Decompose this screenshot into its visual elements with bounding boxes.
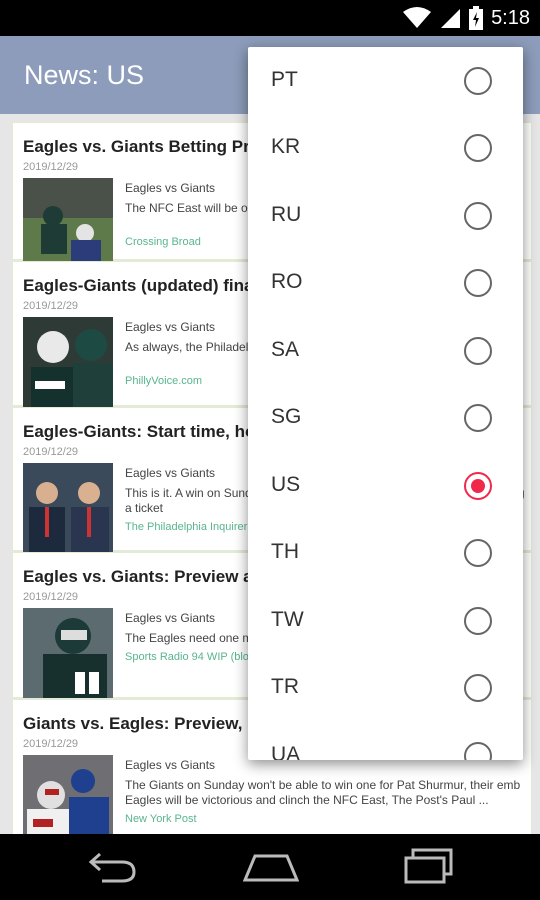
radio-button[interactable] — [464, 134, 492, 162]
radio-button-selected[interactable] — [464, 472, 492, 500]
country-option-tw[interactable]: TW — [248, 587, 523, 654]
country-option-sg[interactable]: SG — [248, 384, 523, 451]
country-option-label: RO — [271, 270, 303, 293]
signal-icon — [441, 9, 461, 28]
news-thumbnail — [23, 178, 113, 268]
home-icon[interactable] — [243, 852, 299, 882]
news-card-source[interactable]: PhillyVoice.com — [125, 375, 202, 387]
navigation-bar — [0, 834, 540, 900]
recents-icon[interactable] — [403, 848, 455, 884]
radio-button[interactable] — [464, 674, 492, 702]
news-card-source[interactable]: New York Post — [125, 813, 197, 825]
news-thumbnail — [23, 608, 113, 698]
battery-icon — [469, 6, 484, 30]
country-option-label: SG — [271, 405, 302, 428]
news-card-source[interactable]: Crossing Broad — [125, 236, 201, 248]
news-thumbnail — [23, 317, 113, 407]
news-card-date: 2019/12/29 — [23, 738, 79, 750]
radio-button[interactable] — [464, 539, 492, 567]
radio-button[interactable] — [464, 337, 492, 365]
news-thumbnail — [23, 755, 113, 834]
radio-button[interactable] — [464, 67, 492, 95]
news-card-source[interactable]: The Philadelphia Inquirer — [125, 521, 247, 533]
country-option-ru[interactable]: RU — [248, 182, 523, 249]
news-card-topic: Eagles vs Giants — [125, 320, 216, 334]
news-card-topic: Eagles vs Giants — [125, 611, 216, 625]
news-thumbnail — [23, 463, 113, 553]
news-card-date: 2019/12/29 — [23, 446, 79, 458]
country-option-label: TW — [271, 608, 304, 631]
back-icon[interactable] — [88, 850, 138, 884]
country-option-tr[interactable]: TR — [248, 654, 523, 721]
news-card-topic: Eagles vs Giants — [125, 758, 216, 772]
app-title: News: US — [24, 60, 145, 90]
country-option-us[interactable]: US — [248, 452, 523, 519]
status-icons: 5:18 — [403, 4, 530, 32]
country-option-label: RU — [271, 203, 302, 226]
news-card-date: 2019/12/29 — [23, 161, 79, 173]
country-option-label: US — [271, 473, 301, 496]
radio-button[interactable] — [464, 269, 492, 297]
country-option-label: UA — [271, 743, 301, 760]
news-card-date: 2019/12/29 — [23, 591, 79, 603]
status-time: 5:18 — [491, 6, 530, 29]
radio-button[interactable] — [464, 404, 492, 432]
wifi-icon — [403, 7, 432, 28]
country-option-ro[interactable]: RO — [248, 249, 523, 316]
country-option-label: SA — [271, 338, 300, 361]
country-option-label: TR — [271, 675, 299, 698]
radio-button[interactable] — [464, 607, 492, 635]
country-option-label: PT — [271, 68, 298, 91]
radio-button[interactable] — [464, 742, 492, 760]
country-option-pt[interactable]: PT — [248, 47, 523, 114]
radio-button[interactable] — [464, 202, 492, 230]
news-card-topic: Eagles vs Giants — [125, 466, 216, 480]
country-option-th[interactable]: TH — [248, 519, 523, 586]
news-card-topic: Eagles vs Giants — [125, 181, 216, 195]
country-option-label: KR — [271, 135, 301, 158]
news-card-snippet: The Giants on Sunday won't be able to wi… — [125, 778, 521, 807]
country-option-sa[interactable]: SA — [248, 317, 523, 384]
status-bar: 5:18 — [0, 0, 540, 36]
country-option-ua[interactable]: UA — [248, 722, 523, 760]
news-card-date: 2019/12/29 — [23, 300, 79, 312]
country-option-label: TH — [271, 540, 299, 563]
country-option-kr[interactable]: KR — [248, 114, 523, 181]
country-dropdown[interactable]: PT KR RU RO SA SG US TH TW TR UA — [248, 47, 523, 760]
news-card-source[interactable]: Sports Radio 94 WIP (blog) — [125, 651, 259, 663]
